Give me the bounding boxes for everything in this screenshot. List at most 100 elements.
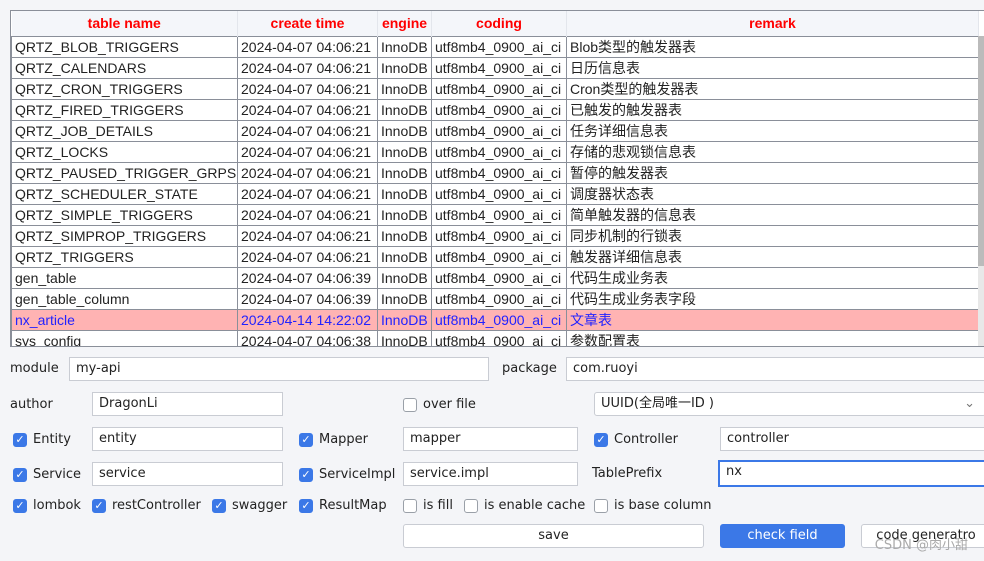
table-cell: 参数配置表	[566, 329, 979, 346]
module-input[interactable]: my-api	[69, 357, 489, 381]
check-icon: ✓	[13, 432, 27, 447]
column-header[interactable]: remark	[566, 11, 979, 36]
table-row[interactable]: QRTZ_SIMPROP_TRIGGERS 2024-04-07 04:06:21…	[11, 224, 979, 247]
check-icon: ✓	[594, 432, 608, 447]
table-row[interactable]: QRTZ_CRON_TRIGGERS 2024-04-07 04:06:21 Inn…	[11, 77, 979, 100]
table-cell: InnoDB	[377, 119, 432, 142]
id-type-select[interactable]: UUID(全局唯一ID ) ⌄	[594, 392, 984, 416]
table-row[interactable]: QRTZ_CALENDARS 2024-04-07 04:06:21 InnoDB u…	[11, 56, 979, 79]
table-cell: 日历信息表	[566, 56, 979, 79]
table-cell: 2024-04-07 04:06:39	[237, 266, 378, 289]
table-cell: 2024-04-07 04:06:21	[237, 161, 378, 184]
table-cell: 同步机制的行锁表	[566, 224, 979, 247]
table-row[interactable]: QRTZ_JOB_DETAILS 2024-04-07 04:06:21 InnoD…	[11, 119, 979, 142]
mapper-input[interactable]: mapper	[403, 427, 578, 451]
tableprefix-input[interactable]: nx	[718, 460, 984, 487]
check-field-button[interactable]: check field	[720, 524, 845, 548]
controller-input[interactable]: controller	[720, 427, 984, 451]
table-row[interactable]: QRTZ_LOCKS 2024-04-07 04:06:21 InnoDB utf8m…	[11, 140, 979, 163]
table-row[interactable]: sys_config 2024-04-07 04:06:38 InnoDB utf8m…	[11, 329, 979, 346]
table-cell: InnoDB	[377, 308, 432, 331]
entity-input[interactable]: entity	[92, 427, 283, 451]
table-row[interactable]: gen_table_column 2024-04-07 04:06:39 InnoD…	[11, 287, 979, 310]
restcontroller-label: restController	[112, 498, 201, 513]
column-header[interactable]: table name	[11, 11, 238, 36]
table-cell: utf8mb4_0900_ai_ci	[431, 203, 567, 226]
is-enable-cache-label: is enable cache	[484, 498, 586, 513]
table-row[interactable]: nx_article 2024-04-14 14:22:02 InnoDB utf8m…	[11, 308, 979, 331]
table-cell: 2024-04-07 04:06:39	[237, 287, 378, 310]
table-row[interactable]: QRTZ_BLOB_TRIGGERS 2024-04-07 04:06:21 Inn…	[11, 35, 979, 58]
table-row[interactable]: gen_table 2024-04-07 04:06:39 InnoDB utf8mb…	[11, 266, 979, 289]
table-cell: 2024-04-07 04:06:21	[237, 77, 378, 100]
over-file-checkbox[interactable]: over file	[403, 397, 476, 412]
service-input[interactable]: service	[92, 462, 283, 486]
table-cell: utf8mb4_0900_ai_ci	[431, 308, 567, 331]
save-button[interactable]: save	[403, 524, 704, 548]
table-cell: InnoDB	[377, 203, 432, 226]
package-input[interactable]: com.ruoyi	[566, 357, 984, 381]
table-cell: InnoDB	[377, 182, 432, 205]
serviceimpl-input[interactable]: service.impl	[403, 462, 578, 486]
column-header[interactable]: engine	[377, 11, 432, 36]
table-cell: utf8mb4_0900_ai_ci	[431, 266, 567, 289]
resultmap-checkbox[interactable]: ✓ ResultMap	[299, 498, 387, 513]
table-cell: utf8mb4_0900_ai_ci	[431, 329, 567, 346]
table-cell: QRTZ_PAUSED_TRIGGER_GRPS	[11, 161, 238, 184]
table-cell: 任务详细信息表	[566, 119, 979, 142]
over-file-label: over file	[423, 397, 476, 412]
table-header: table name create time engine coding remark	[11, 11, 979, 36]
table-cell: 触发器详细信息表	[566, 245, 979, 268]
checkbox-icon	[594, 498, 608, 513]
table-cell: InnoDB	[377, 245, 432, 268]
table-cell: InnoDB	[377, 161, 432, 184]
mapper-checkbox[interactable]: ✓ Mapper	[299, 432, 368, 447]
column-header[interactable]: coding	[431, 11, 567, 36]
is-enable-cache-checkbox[interactable]: is enable cache	[464, 498, 585, 513]
checkbox-icon	[403, 498, 417, 513]
table-row[interactable]: QRTZ_SIMPLE_TRIGGERS 2024-04-07 04:06:21 I…	[11, 203, 979, 226]
table-cell: 文章表	[566, 308, 979, 331]
table-cell: 已触发的触发器表	[566, 98, 979, 121]
check-icon: ✓	[13, 498, 27, 513]
table-cell: InnoDB	[377, 329, 432, 346]
author-input[interactable]: DragonLi	[92, 392, 283, 416]
controller-checkbox[interactable]: ✓ Controller	[594, 432, 678, 447]
table-cell: utf8mb4_0900_ai_ci	[431, 224, 567, 247]
table-row[interactable]: QRTZ_PAUSED_TRIGGER_GRPS 2024-04-07 04:06…	[11, 161, 979, 184]
table-cell: 简单触发器的信息表	[566, 203, 979, 226]
table-cell: QRTZ_LOCKS	[11, 140, 238, 163]
mapper-label: Mapper	[319, 432, 369, 447]
table-cell: Blob类型的触发器表	[566, 35, 979, 58]
controller-label: Controller	[614, 432, 678, 447]
table-cell: QRTZ_TRIGGERS	[11, 245, 238, 268]
check-icon: ✓	[299, 467, 313, 482]
table-cell: 存储的悲观锁信息表	[566, 140, 979, 163]
column-header[interactable]: create time	[237, 11, 378, 36]
entity-checkbox[interactable]: ✓ Entity	[13, 432, 71, 447]
service-label: Service	[33, 467, 82, 482]
table-cell: 2024-04-07 04:06:21	[237, 203, 378, 226]
swagger-checkbox[interactable]: ✓ swagger	[212, 498, 287, 513]
tables-grid[interactable]: table name create time engine coding remark …	[10, 10, 984, 347]
table-cell: QRTZ_CRON_TRIGGERS	[11, 77, 238, 100]
table-cell: gen_table	[11, 266, 238, 289]
table-row[interactable]: QRTZ_SCHEDULER_STATE 2024-04-07 04:06:21 I…	[11, 182, 979, 205]
scrollbar-thumb[interactable]	[978, 36, 984, 266]
table-row[interactable]: QRTZ_TRIGGERS 2024-04-07 04:06:21 InnoDB ut…	[11, 245, 979, 268]
service-checkbox[interactable]: ✓ Service	[13, 467, 81, 482]
table-cell: InnoDB	[377, 98, 432, 121]
table-row[interactable]: QRTZ_FIRED_TRIGGERS 2024-04-07 04:06:21 In…	[11, 98, 979, 121]
swagger-label: swagger	[232, 498, 288, 513]
resultmap-label: ResultMap	[319, 498, 387, 513]
is-base-column-checkbox[interactable]: is base column	[594, 498, 712, 513]
is-fill-checkbox[interactable]: is fill	[403, 498, 453, 513]
table-cell: QRTZ_SIMPLE_TRIGGERS	[11, 203, 238, 226]
table-cell: nx_article	[11, 308, 238, 331]
restcontroller-checkbox[interactable]: ✓ restController	[92, 498, 201, 513]
scrollbar[interactable]	[978, 36, 984, 346]
table-cell: QRTZ_JOB_DETAILS	[11, 119, 238, 142]
serviceimpl-checkbox[interactable]: ✓ ServiceImpl	[299, 467, 395, 482]
lombok-checkbox[interactable]: ✓ lombok	[13, 498, 81, 513]
table-cell: 代码生成业务表字段	[566, 287, 979, 310]
